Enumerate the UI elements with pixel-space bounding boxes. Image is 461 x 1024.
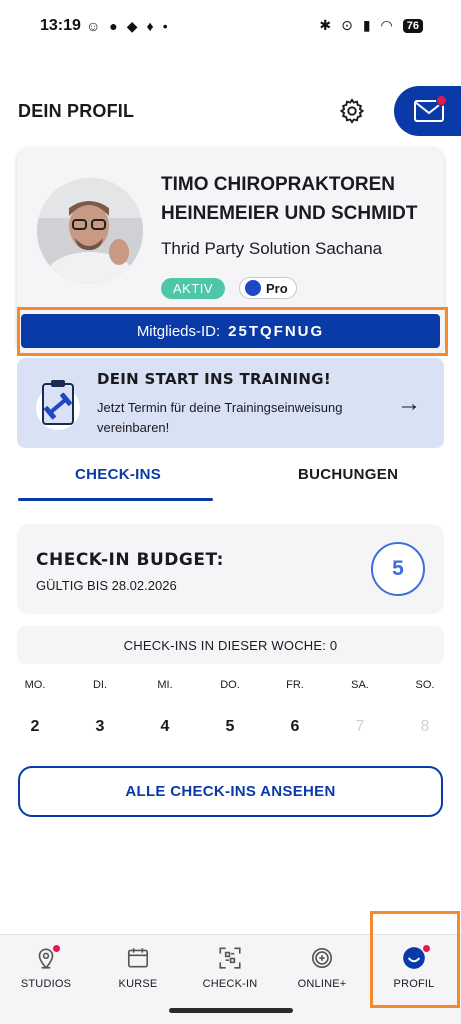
nav-item-online-plus[interactable]: ONLINE+ <box>276 935 368 1011</box>
budget-valid-until: GÜLTIG BIS 28.02.2026 <box>36 578 177 593</box>
day-label: DI. <box>92 679 108 691</box>
nav-label: KURSE <box>118 978 158 990</box>
day-label: FR. <box>286 679 304 691</box>
battery-icon: 76 <box>402 18 423 33</box>
nav-item-kurse[interactable]: KURSE <box>92 935 184 1011</box>
tab-bookings[interactable]: BUCHUNGEN <box>298 466 398 483</box>
status-badge: AKTIV <box>161 278 226 299</box>
chat-icon: ☺ <box>86 18 101 34</box>
day-label: SO. <box>415 679 435 691</box>
check-in-budget-card: CHECK-IN BUDGET: GÜLTIG BIS 28.02.2026 5 <box>17 524 444 614</box>
nav-item-studios[interactable]: STUDIOS <box>0 935 92 1011</box>
highlight-box-profil <box>370 911 460 1008</box>
budget-count: 5 <box>371 542 425 596</box>
status-bar: 13:19 ☺ ● ◆ ♦ • ✱ ⊙ ▮ ◠ 76 <box>0 0 461 60</box>
day-label: MO. <box>24 679 46 691</box>
pro-badge: Pro <box>239 277 297 299</box>
notification-dot <box>53 945 60 952</box>
day-date[interactable]: 6 <box>275 718 315 736</box>
highlight-box-member-id <box>17 307 448 356</box>
avatar[interactable] <box>37 178 143 284</box>
day-date[interactable]: 3 <box>80 718 120 736</box>
bluetooth-icon: ✱ <box>319 17 332 33</box>
settings-button[interactable] <box>338 97 366 125</box>
system-icons: ✱ ⊙ ▮ ◠ 76 <box>319 17 423 34</box>
pro-icon <box>245 280 261 296</box>
week-summary: CHECK-INS IN DIESER WOCHE: 0 <box>17 626 444 664</box>
training-banner[interactable]: DEIN START INS TRAINING! Jetzt Termin fü… <box>17 358 444 448</box>
nav-label: ONLINE+ <box>297 978 347 990</box>
status-time: 13:19 <box>40 17 81 34</box>
arrow-right-icon: → <box>397 390 421 417</box>
signal-icon: ▮ <box>362 17 371 33</box>
day-label: MI. <box>157 679 173 691</box>
drop-icon: ♦ <box>146 18 154 34</box>
qr-scan-icon <box>217 945 243 971</box>
calendar-icon <box>125 945 151 971</box>
location-icon: ⊙ <box>341 17 353 33</box>
tab-check-ins[interactable]: CHECK-INS <box>75 466 161 483</box>
nav-label: STUDIOS <box>20 978 72 990</box>
day-label: DO. <box>220 679 240 691</box>
profile-company: Thrid Party Solution Sachana <box>161 239 383 258</box>
day-label: SA. <box>351 679 369 691</box>
pro-badge-label: Pro <box>266 280 288 296</box>
active-tab-indicator <box>18 498 213 501</box>
day-date: 7 <box>355 718 365 735</box>
notification-icons: ☺ ● ◆ ♦ • <box>86 18 168 35</box>
training-text: Jetzt Termin für deine Trainingseinweisu… <box>97 400 343 435</box>
unread-dot <box>436 95 447 106</box>
day-date: 8 <box>420 718 430 735</box>
wifi-icon: ◠ <box>380 17 393 33</box>
gear-icon <box>339 98 365 124</box>
online-plus-icon <box>309 945 335 971</box>
clipboard-dumbbell-icon <box>36 380 80 430</box>
page-title: DEIN PROFIL <box>18 101 135 121</box>
day-date[interactable]: 2 <box>15 718 55 736</box>
home-indicator[interactable] <box>169 1008 293 1013</box>
training-title: DEIN START INS TRAINING! <box>97 370 332 388</box>
messages-button[interactable] <box>394 86 461 136</box>
more-dot-icon: • <box>162 18 168 34</box>
nav-label: CHECK-IN <box>202 978 258 990</box>
budget-title: CHECK-IN BUDGET: <box>36 550 224 570</box>
diamond-icon: ◆ <box>126 18 138 34</box>
avatar-photo <box>37 178 143 284</box>
nav-item-check-in[interactable]: CHECK-IN <box>184 935 276 1011</box>
profile-name: TIMO CHIROPRAKTOREN HEINEMEIER UND SCHMI… <box>161 174 418 224</box>
app-icon: ● <box>109 18 118 34</box>
all-check-ins-button[interactable]: ALLE CHECK-INS ANSEHEN <box>18 766 443 817</box>
location-pin-icon <box>33 945 60 971</box>
day-date[interactable]: 4 <box>145 718 185 736</box>
day-date[interactable]: 5 <box>210 718 250 736</box>
